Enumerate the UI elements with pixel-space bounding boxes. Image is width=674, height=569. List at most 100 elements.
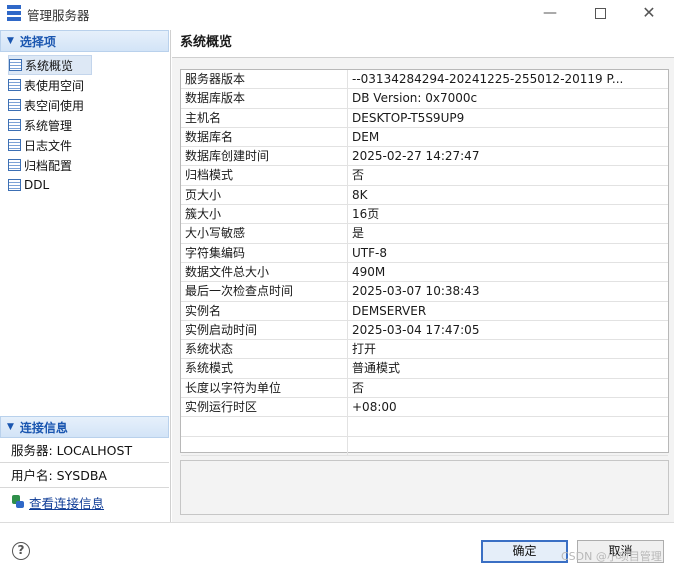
view-connection-link-row: 查看连接信息 [0,488,169,516]
table-row[interactable]: 实例运行时区 +08:00 [181,398,668,418]
property-value: 16页 [352,207,380,222]
table-icon [8,119,21,131]
property-name: 归档模式 [181,166,348,185]
table-row[interactable] [181,436,668,456]
table-row[interactable]: 长度以字符为单位否 [181,378,668,399]
maximize-button[interactable] [585,3,615,25]
property-value: DEM [352,129,380,144]
property-value: DESKTOP-T5S9UP9 [352,110,465,125]
property-value: 打开 [352,342,377,357]
table-row[interactable]: 服务器版本 --03134284294-20241225-255012-20119… [181,70,668,90]
property-name: 实例名 [181,301,348,320]
nav-item-label: 归档配置 [24,158,73,173]
property-name: 系统模式 [181,359,348,378]
collapse-caret-icon: ▼ [7,422,14,432]
table-row[interactable]: 系统状态 打开 [181,340,668,360]
nav-item-label: 日志文件 [24,138,73,153]
table-row[interactable]: 字符集编码 UTF-8 [181,243,668,263]
property-name: 最后一次检查点时间 [181,282,348,301]
nav-item-overview[interactable]: 系统概览 [8,55,92,75]
property-value: +08:00 [352,400,397,415]
table-row[interactable]: 数据库创建时间 2025-02-27 14:27:47 [181,147,668,167]
property-name: 数据库创建时间 [181,147,348,166]
property-value: 2025-03-07 10:38:43 [352,284,480,299]
nav-item-label: DDL [24,178,50,192]
property-name: 主机名 [181,108,348,127]
description-box [180,460,669,515]
minimize-button[interactable]: — [535,3,565,25]
nav-item-log-files[interactable]: 日志文件 [0,135,169,155]
selection-section-title: 选择项 [19,34,56,49]
left-panel: ▼ 选择项 系统概览 表使用空间 表空间使用 系统管理 日志文件 归档配置 DD… [0,30,169,522]
connection-section-header[interactable]: ▼ 连接信息 [0,416,169,438]
property-name: 系统状态 [181,340,348,359]
nav-item-ddl[interactable]: DDL [0,175,169,195]
table-row[interactable] [181,417,668,437]
right-body: 服务器版本 --03134284294-20241225-255012-20119… [172,58,674,522]
panel-divider[interactable] [170,30,171,522]
table-row[interactable]: 实例启动时间 2025-03-04 17:47:05 [181,320,668,341]
property-name: 数据库版本 [181,89,348,108]
property-name: 实例运行时区 [181,398,348,417]
user-info: 用户名: SYSDBA [0,463,169,488]
property-value: 2025-02-27 14:27:47 [352,149,480,164]
property-name: 数据库名 [181,127,348,147]
property-name: 字符集编码 [181,243,348,262]
table-icon [8,159,21,171]
property-name [181,417,348,436]
table-icon [8,139,21,151]
nav-item-archive-config[interactable]: 归档配置 [0,155,169,175]
property-name: 大小写敏感 [181,224,348,243]
table-icon [9,59,22,71]
table-row[interactable]: 大小写敏感是 [181,224,668,244]
table-row[interactable]: 页大小 8K [181,185,668,206]
property-value: 是 [352,226,365,241]
table-icon [8,179,21,191]
selection-section-header[interactable]: ▼ 选择项 [0,30,169,52]
title-bar: 管理服务器 — ✕ [0,0,674,28]
property-value: 8K [352,187,368,202]
nav-item-table-space-usage[interactable]: 表使用空间 [0,75,169,95]
property-name: 实例启动时间 [181,320,348,340]
nav-item-label: 表空间使用 [24,98,85,113]
table-icon [8,99,21,111]
property-value [348,417,668,435]
help-icon[interactable]: ? [12,542,30,560]
property-value: 否 [352,380,365,395]
ok-button[interactable]: 确定 [481,540,568,563]
table-row[interactable]: 归档模式否 [181,166,668,186]
property-name: 数据文件总大小 [181,262,348,282]
server-info: 服务器: LOCALHOST [0,438,169,463]
maximize-icon [594,8,606,19]
property-value: 否 [352,168,365,183]
property-name: 簇大小 [181,205,348,224]
table-row[interactable]: 簇大小 16页 [181,205,668,225]
table-row[interactable]: 系统模式 普通模式 [181,359,668,379]
nav-list: 系统概览 表使用空间 表空间使用 系统管理 日志文件 归档配置 DDL [0,52,169,195]
footer-divider [0,522,674,523]
table-row[interactable]: 数据库名 DEM [181,127,668,148]
nav-item-system-management[interactable]: 系统管理 [0,115,169,135]
property-value: DEMSERVER [352,303,427,318]
table-row[interactable]: 数据库版本 DB Version: 0x7000c [181,89,668,109]
property-value: 普通模式 [352,361,401,376]
table-icon [8,79,21,91]
table-row[interactable]: 最后一次检查点时间 2025-03-07 10:38:43 [181,282,668,302]
property-name: 长度以字符为单位 [181,378,348,398]
property-grid: 服务器版本 --03134284294-20241225-255012-20119… [180,69,669,456]
property-value: DB Version: 0x7000c [352,91,478,106]
nav-item-tablespace-usage[interactable]: 表空间使用 [0,95,169,115]
nav-item-label: 表使用空间 [24,78,85,93]
watermark: CSDN @小项目管理 [561,550,662,563]
property-value: 490M [352,264,386,279]
nav-item-label: 系统概览 [25,58,74,73]
collapse-caret-icon: ▼ [7,36,14,46]
table-row[interactable]: 主机名 DESKTOP-T5S9UP9 [181,108,668,128]
connection-section: ▼ 连接信息 服务器: LOCALHOST 用户名: SYSDBA 查看连接信息 [0,416,169,516]
property-value: UTF-8 [352,245,387,260]
page-title: 系统概览 [172,30,674,58]
view-connection-info-link[interactable]: 查看连接信息 [29,493,104,512]
table-row[interactable]: 实例名 DEMSERVER [181,301,668,321]
close-button[interactable]: ✕ [634,3,664,25]
table-row[interactable]: 数据文件总大小 490M [181,262,668,283]
